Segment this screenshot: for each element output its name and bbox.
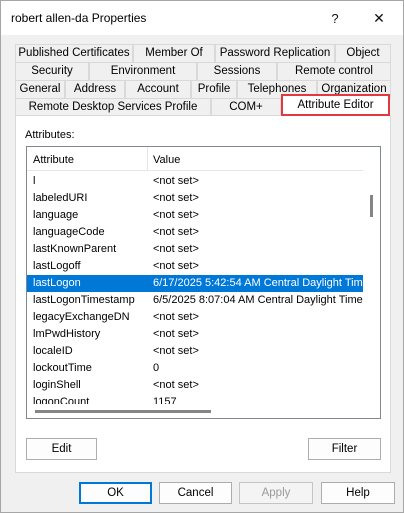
list-row[interactable]: legacyExchangeDN <not set> bbox=[27, 309, 363, 326]
tab-com-plus[interactable]: COM+ bbox=[211, 98, 281, 116]
list-row[interactable]: lastKnownParent <not set> bbox=[27, 241, 363, 258]
horizontal-scrollbar[interactable] bbox=[27, 404, 371, 418]
attribute-value: <not set> bbox=[153, 243, 199, 255]
attribute-value: <not set> bbox=[153, 192, 199, 204]
properties-dialog: robert allen-da Properties ? ✕ Published… bbox=[0, 0, 404, 513]
attribute-value: <not set> bbox=[153, 345, 199, 357]
attribute-name: localeID bbox=[33, 345, 73, 357]
help-button[interactable]: Help bbox=[321, 482, 395, 504]
attribute-name: lastLogoff bbox=[33, 260, 81, 272]
ok-button[interactable]: OK bbox=[79, 482, 152, 504]
window-title: robert allen-da Properties bbox=[11, 11, 147, 25]
list-row[interactable]: localeID <not set> bbox=[27, 343, 363, 360]
tab-account[interactable]: Account bbox=[125, 80, 191, 98]
apply-button[interactable]: Apply bbox=[239, 482, 313, 504]
attribute-value: 6/5/2025 8:07:04 AM Central Daylight Tim… bbox=[153, 294, 363, 306]
list-row[interactable]: language <not set> bbox=[27, 207, 363, 224]
horizontal-scroll-thumb[interactable] bbox=[35, 410, 211, 413]
list-row[interactable]: labeledURI <not set> bbox=[27, 190, 363, 207]
attributes-list[interactable]: Attribute Value l <not set> labeledURI <no… bbox=[26, 146, 381, 419]
tab-password-replication[interactable]: Password Replication bbox=[215, 44, 335, 62]
list-header: Attribute Value bbox=[27, 147, 371, 171]
vertical-scrollbar[interactable] bbox=[363, 147, 380, 405]
column-separator[interactable] bbox=[147, 147, 148, 171]
attribute-name: lastLogonTimestamp bbox=[33, 294, 135, 306]
vertical-scroll-thumb[interactable] bbox=[370, 195, 373, 217]
tab-remote-desktop-services-profile[interactable]: Remote Desktop Services Profile bbox=[15, 98, 211, 116]
tab-published-certificates[interactable]: Published Certificates bbox=[15, 44, 133, 62]
list-row[interactable]: languageCode <not set> bbox=[27, 224, 363, 241]
tab-object[interactable]: Object bbox=[335, 44, 391, 62]
close-icon[interactable]: ✕ bbox=[361, 5, 397, 31]
list-rows: l <not set> labeledURI <not set> language <… bbox=[27, 173, 369, 411]
list-row[interactable]: lastLogonTimestamp 6/5/2025 8:07:04 AM Ce… bbox=[27, 292, 363, 309]
list-row[interactable]: loginShell <not set> bbox=[27, 377, 363, 394]
attribute-name: l bbox=[33, 175, 36, 187]
attribute-value: <not set> bbox=[153, 311, 199, 323]
tab-member-of[interactable]: Member Of bbox=[133, 44, 215, 62]
help-icon[interactable]: ? bbox=[317, 5, 353, 31]
attributes-label: Attributes: bbox=[25, 129, 75, 141]
attribute-value: <not set> bbox=[153, 328, 199, 340]
list-row[interactable]: lmPwdHistory <not set> bbox=[27, 326, 363, 343]
attribute-value: 0 bbox=[153, 362, 160, 374]
tab-security[interactable]: Security bbox=[15, 62, 89, 80]
tab-profile[interactable]: Profile bbox=[191, 80, 237, 98]
attribute-value: <not set> bbox=[153, 226, 199, 238]
column-header-value[interactable]: Value bbox=[153, 154, 180, 166]
attribute-name: languageCode bbox=[33, 226, 105, 238]
attribute-name: lmPwdHistory bbox=[33, 328, 101, 340]
tab-address[interactable]: Address bbox=[65, 80, 125, 98]
attribute-name: language bbox=[33, 209, 79, 221]
list-row[interactable]: lockoutTime 0 bbox=[27, 360, 363, 377]
attribute-name: loginShell bbox=[33, 379, 81, 391]
attribute-name: lastKnownParent bbox=[33, 243, 117, 255]
attribute-value: 6/17/2025 5:42:54 AM Central Daylight Ti… bbox=[153, 277, 369, 289]
tab-attribute-editor[interactable]: Attribute Editor bbox=[281, 94, 390, 116]
tab-environment[interactable]: Environment bbox=[89, 62, 197, 80]
list-row[interactable]: l <not set> bbox=[27, 173, 363, 190]
attribute-name: labeledURI bbox=[33, 192, 88, 204]
attribute-name: lockoutTime bbox=[33, 362, 92, 374]
tab-general[interactable]: General bbox=[15, 80, 65, 98]
attribute-name: legacyExchangeDN bbox=[33, 311, 130, 323]
attribute-value: <not set> bbox=[153, 175, 199, 187]
list-row-selected[interactable]: lastLogon 6/17/2025 5:42:54 AM Central Da… bbox=[27, 275, 369, 292]
attribute-name: lastLogon bbox=[33, 277, 81, 289]
list-row[interactable]: lastLogoff <not set> bbox=[27, 258, 363, 275]
title-bar: robert allen-da Properties ? ✕ bbox=[1, 1, 403, 35]
attribute-value: <not set> bbox=[153, 379, 199, 391]
filter-button[interactable]: Filter bbox=[308, 438, 381, 460]
attribute-value: <not set> bbox=[153, 260, 199, 272]
tab-remote-control[interactable]: Remote control bbox=[277, 62, 391, 80]
tab-sessions[interactable]: Sessions bbox=[197, 62, 277, 80]
attribute-value: <not set> bbox=[153, 209, 199, 221]
cancel-button[interactable]: Cancel bbox=[159, 482, 232, 504]
column-header-attribute[interactable]: Attribute bbox=[33, 154, 74, 166]
edit-button[interactable]: Edit bbox=[26, 438, 97, 460]
